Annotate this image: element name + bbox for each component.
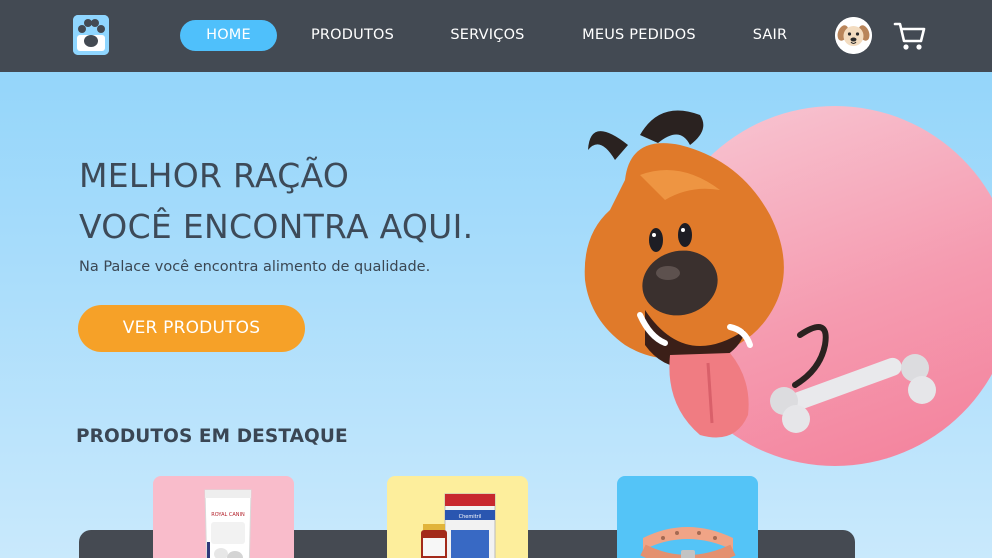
cartoon-dog-illustration: [584, 110, 936, 438]
product-card-collar[interactable]: [617, 476, 758, 558]
svg-text:ROYAL CANIN: ROYAL CANIN: [211, 512, 245, 518]
cart-button[interactable]: [893, 20, 927, 52]
featured-products-title: PRODUTOS EM DESTAQUE: [76, 426, 348, 447]
hero-title-line1: MELHOR RAÇÃO: [79, 156, 350, 195]
medicine-box-image: Chemitril: [421, 493, 496, 558]
nav-link-produtos[interactable]: PRODUTOS: [305, 20, 400, 51]
user-avatar[interactable]: [835, 17, 872, 54]
navbar: HOME PRODUTOS SERVIÇOS MEUS PEDIDOS SAIR: [0, 0, 992, 72]
svg-text:Chemitril: Chemitril: [459, 514, 482, 520]
product-card-medicine[interactable]: Chemitril: [387, 476, 528, 558]
nav-link-home[interactable]: HOME: [180, 20, 277, 51]
nav-link-sair[interactable]: SAIR: [748, 20, 792, 51]
bone-icon: [770, 354, 936, 433]
dog-food-bag-image: ROYAL CANIN: [204, 489, 252, 558]
hero-title-line2: VOCÊ ENCONTRA AQUI.: [79, 207, 474, 246]
hero-title: MELHOR RAÇÃO VOCÊ ENCONTRA AQUI.: [79, 150, 559, 252]
product-card-dog-food[interactable]: ROYAL CANIN: [153, 476, 294, 558]
nav-link-servicos[interactable]: SERVIÇOS: [445, 20, 530, 51]
pet-collar-image: [640, 527, 736, 558]
cart-icon: [893, 22, 926, 50]
hero-subtitle: Na Palace você encontra alimento de qual…: [79, 259, 431, 275]
paw-logo-icon[interactable]: [73, 15, 109, 55]
ver-produtos-button[interactable]: VER PRODUTOS: [78, 305, 305, 352]
nav-link-meus-pedidos[interactable]: MEUS PEDIDOS: [578, 20, 700, 51]
dog-face-icon: [835, 17, 872, 54]
